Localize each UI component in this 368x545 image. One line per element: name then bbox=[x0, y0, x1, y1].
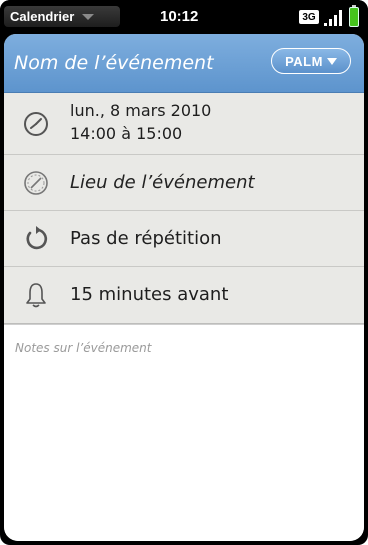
status-bar: Calendrier 10:12 3G bbox=[0, 0, 368, 34]
reminder-value: 15 minutes avant bbox=[70, 284, 229, 305]
signal-icon bbox=[324, 9, 344, 26]
repeat-row[interactable]: Pas de répétition bbox=[4, 211, 364, 267]
calendar-select-label: PALM bbox=[285, 53, 323, 69]
event-name-field[interactable]: Nom de l’événement bbox=[14, 52, 214, 74]
event-detail-card: Nom de l’événement PALM lun., 8 mars 201… bbox=[4, 34, 364, 541]
clock-icon bbox=[24, 112, 48, 136]
network-type-badge: 3G bbox=[299, 10, 319, 24]
device-screen: Calendrier 10:12 3G Nom de l’événement P… bbox=[0, 0, 368, 545]
compass-icon bbox=[24, 171, 48, 195]
notes-area[interactable]: Notes sur l’événement bbox=[4, 324, 364, 541]
event-time-range: 14:00 à 15:00 bbox=[70, 124, 183, 143]
app-menu-button[interactable]: Calendrier bbox=[4, 6, 120, 27]
calendar-select-button[interactable]: PALM bbox=[271, 48, 351, 74]
repeat-icon bbox=[26, 226, 48, 250]
event-header: Nom de l’événement PALM bbox=[4, 34, 364, 93]
notes-placeholder: Notes sur l’événement bbox=[15, 341, 152, 355]
location-row[interactable]: Lieu de l’événement bbox=[4, 155, 364, 211]
bell-icon bbox=[26, 283, 46, 308]
event-date: lun., 8 mars 2010 bbox=[70, 101, 212, 120]
battery-icon bbox=[349, 5, 359, 27]
status-clock: 10:12 bbox=[160, 8, 199, 25]
location-field: Lieu de l’événement bbox=[70, 172, 255, 193]
chevron-down-icon bbox=[326, 57, 337, 65]
reminder-row[interactable]: 15 minutes avant bbox=[4, 267, 364, 324]
repeat-value: Pas de répétition bbox=[70, 228, 222, 249]
app-menu-label: Calendrier bbox=[10, 9, 75, 24]
date-time-row[interactable]: lun., 8 mars 2010 14:00 à 15:00 bbox=[4, 93, 364, 155]
chevron-down-icon bbox=[82, 13, 95, 20]
